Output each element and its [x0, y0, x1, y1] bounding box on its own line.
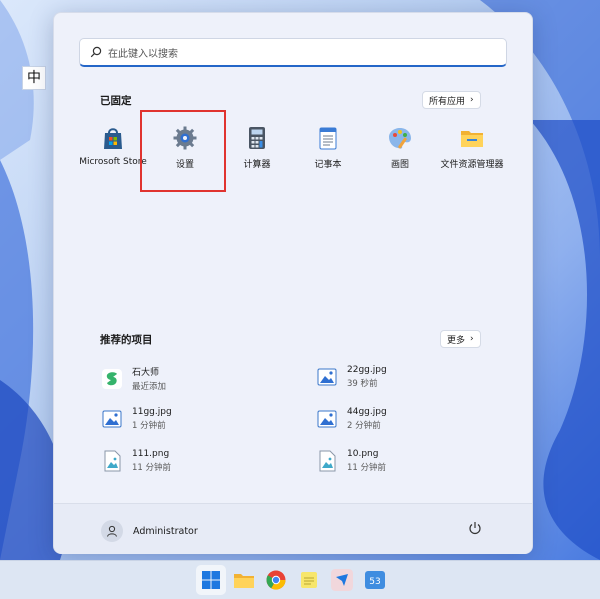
pinned-title: 已固定	[100, 95, 132, 107]
item-name: 10.png	[347, 449, 379, 459]
notepad-icon	[319, 127, 337, 150]
recommended-item[interactable]: 11gg.jpg 1 分钟前	[102, 407, 172, 431]
png-file-icon	[319, 450, 336, 472]
app-icon	[102, 368, 122, 389]
app-label: 文件资源管理器	[440, 160, 504, 170]
app-label: 画图	[390, 160, 409, 170]
recommended-item[interactable]: 石大师 最近添加	[102, 365, 166, 392]
item-time: 最近添加	[132, 382, 167, 392]
item-name: 44gg.jpg	[347, 407, 387, 417]
store-icon	[104, 128, 122, 149]
item-time: 11 分钟前	[347, 463, 387, 473]
taskbar: 53	[0, 560, 600, 599]
power-button[interactable]	[468, 520, 482, 539]
image-file-icon	[317, 410, 337, 428]
image-file-icon	[317, 368, 337, 386]
start-footer: Administrator	[54, 503, 532, 554]
app-notepad[interactable]: 记事本	[290, 125, 366, 170]
app-53-icon[interactable]: 53	[364, 569, 386, 591]
recommended-item[interactable]: 44gg.jpg 2 分钟前	[317, 407, 387, 431]
more-button[interactable]: 更多 ›	[440, 330, 481, 348]
item-time: 2 分钟前	[347, 421, 381, 431]
file-explorer-taskbar-icon[interactable]	[233, 569, 255, 591]
user-name: Administrator	[133, 525, 198, 537]
item-time: 1 分钟前	[132, 421, 166, 431]
paint-icon	[389, 128, 411, 149]
image-file-icon	[102, 410, 122, 428]
avatar	[101, 520, 123, 542]
item-time: 39 秒前	[347, 379, 378, 389]
recommended-item[interactable]: 10.png 11 分钟前	[317, 449, 386, 473]
app-calculator[interactable]: 计算器	[219, 125, 295, 170]
recommended-item[interactable]: 111.png 11 分钟前	[102, 449, 171, 473]
item-name: 111.png	[132, 449, 170, 459]
png-file-icon	[104, 450, 121, 472]
app-label: 计算器	[243, 160, 271, 170]
app-paint[interactable]: 画图	[362, 125, 438, 170]
chevron-right-icon: ›	[470, 95, 474, 105]
app-file-explorer[interactable]: 文件资源管理器	[434, 125, 510, 170]
all-apps-label: 所有应用	[429, 96, 466, 107]
calculator-icon	[249, 127, 265, 149]
start-menu: 在此键入以搜索 已固定 所有应用 › Microsoft Store 设置 计算…	[53, 12, 533, 554]
windows-start-icon[interactable]	[200, 569, 222, 591]
item-name: 石大师	[132, 368, 160, 378]
more-label: 更多	[447, 335, 466, 346]
user-icon	[107, 525, 117, 537]
sticky-notes-icon[interactable]	[298, 569, 320, 591]
app-label: 记事本	[314, 160, 342, 170]
selection-highlight	[140, 110, 226, 192]
power-icon	[469, 522, 481, 535]
ime-indicator[interactable]: 中	[22, 66, 46, 90]
search-icon	[90, 46, 102, 58]
search-box[interactable]: 在此键入以搜索	[79, 38, 507, 67]
feishu-app-icon[interactable]	[331, 569, 353, 591]
recommended-title: 推荐的项目	[100, 334, 153, 346]
user-account-button[interactable]: Administrator	[101, 520, 198, 542]
item-name: 11gg.jpg	[132, 407, 172, 417]
all-apps-button[interactable]: 所有应用 ›	[422, 91, 481, 109]
recommended-item[interactable]: 22gg.jpg 39 秒前	[317, 365, 387, 389]
chrome-icon[interactable]	[265, 569, 287, 591]
search-placeholder: 在此键入以搜索	[108, 48, 178, 60]
chevron-right-icon: ›	[470, 334, 474, 344]
folder-icon	[461, 131, 483, 147]
item-name: 22gg.jpg	[347, 365, 387, 375]
svg-text:53: 53	[369, 577, 380, 587]
item-time: 11 分钟前	[132, 463, 172, 473]
